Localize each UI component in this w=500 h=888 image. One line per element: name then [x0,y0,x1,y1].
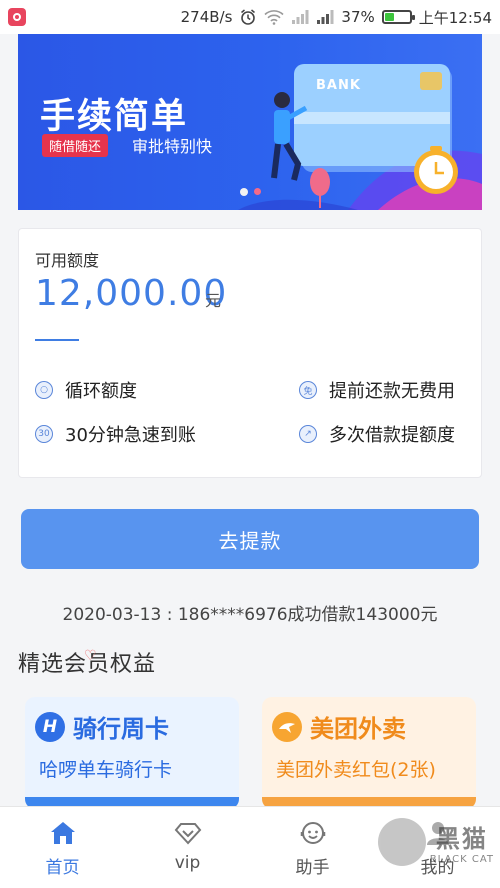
status-bar: 274B/s 37% 上午12:54 [0,0,500,34]
feature-label: 循环额度 [65,381,137,402]
feature-label: 提前还款无费用 [329,381,455,402]
network-speed: 274B/s [180,8,233,26]
banner-title: 手续简单 [40,97,189,137]
amount-unit: 元 [205,291,222,310]
available-credit-amount: 12,000.00 [35,273,228,314]
hellobike-logo-icon: H [35,711,65,742]
card-bank-label: BANK [316,78,361,93]
banner-dot [240,188,248,196]
feature-label: 多次借款提额度 [329,425,455,446]
perk-card-subtitle: 哈啰单车骑行卡 [39,759,173,781]
black-cat-watermark: 黑猫 BLACK CAT [377,818,494,866]
perk-card-bike[interactable]: H 骑行周卡 哈啰单车骑行卡 [25,697,239,809]
free-icon: 免 [299,381,317,399]
tab-home[interactable]: 首页 [0,807,125,888]
home-icon [49,819,77,847]
signal-icon-2 [317,10,334,24]
tab-label: 首页 [45,858,80,878]
cycle-icon: ○ [35,381,53,399]
feature-item: 免 提前还款无费用 [299,377,455,403]
amount-underline [35,339,79,341]
tab-assistant[interactable]: 助手 [250,807,375,888]
perk-card-title: 美团外卖 [310,715,406,743]
app-notification-icon [8,8,26,26]
assistant-icon [299,819,327,847]
meituan-kangaroo-icon [272,711,302,742]
clock: 上午12:54 [418,8,492,27]
loan-success-ticker: 2020-03-13 : 186****6976成功借款143000元 [62,605,438,625]
feature-item: ○ 循环额度 [35,377,137,403]
signal-icon-1 [292,10,309,24]
tab-vip[interactable]: vip [125,807,250,888]
bank-card-illustration [271,64,458,208]
promo-banner[interactable]: 手续简单 随借随还 审批特别快 BANK [18,34,482,210]
watermark-subtitle: BLACK CAT [429,854,494,865]
perk-card-subtitle: 美团外卖红包(2张) [276,759,436,781]
alarm-icon [241,9,256,25]
tab-label: 助手 [295,858,330,878]
watermark-title: 黑猫 [435,825,488,853]
feature-item: ↗ 多次借款提额度 [299,421,455,447]
feature-item: 30 30分钟急速到账 [35,421,196,447]
perk-card-title: 骑行周卡 [73,715,169,743]
feature-label: 30分钟急速到账 [65,425,196,446]
credit-panel: 可用额度 12,000.00 元 ○ 循环额度 免 提前还款无费用 30 30分… [18,228,482,478]
growth-icon: ↗ [299,425,317,443]
wifi-icon [264,10,284,25]
withdraw-button[interactable]: 去提款 [21,509,479,569]
heart-icon: ♡ [84,648,97,664]
vip-icon [174,819,202,847]
app-screen: 274B/s 37% 上午12:54 手续简单 随借随还 审批特别快 BANK … [0,0,500,888]
perk-card-meituan[interactable]: 美团外卖 美团外卖红包(2张) [262,697,476,809]
available-credit-label: 可用额度 [35,251,100,270]
battery-icon [381,10,415,24]
banner-subtitle: 审批特别快 [132,137,213,156]
banner-tag: 随借随还 [42,134,109,157]
battery-percent: 37% [341,8,375,26]
clock-30-icon: 30 [35,425,53,443]
banner-dot-active [254,188,261,195]
tab-label: vip [174,853,201,873]
cat-logo-icon [377,818,426,866]
